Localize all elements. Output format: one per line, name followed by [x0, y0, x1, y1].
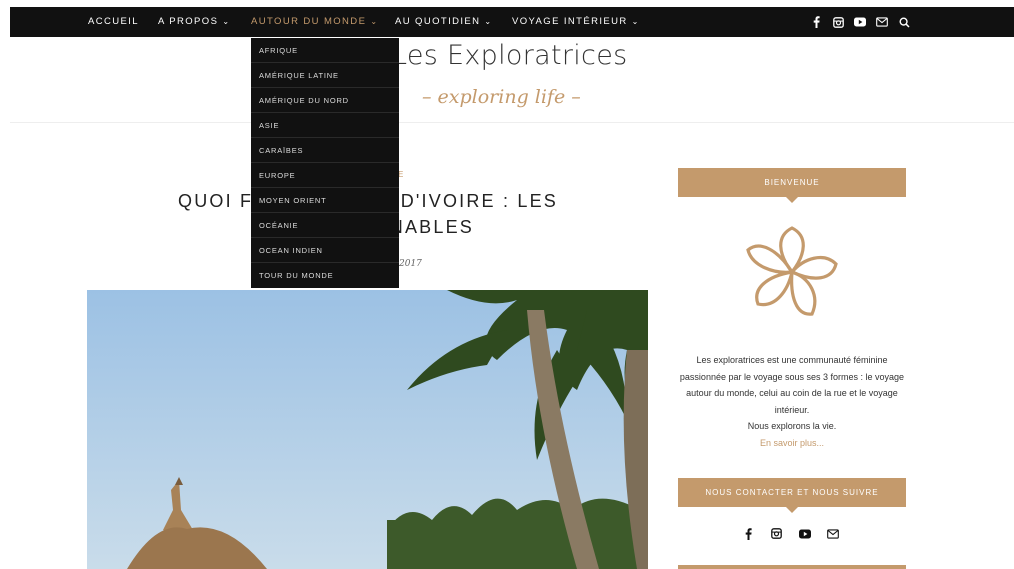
- read-more-link[interactable]: En savoir plus...: [678, 435, 906, 452]
- widget-title-arrow: [786, 507, 798, 513]
- mail-icon[interactable]: [876, 16, 888, 28]
- dropdown-item-amerique-du-nord[interactable]: AMÉRIQUE DU NORD: [251, 88, 399, 113]
- dropdown-item-amerique-latine[interactable]: AMÉRIQUE LATINE: [251, 63, 399, 88]
- dropdown-item-asie[interactable]: ASIE: [251, 113, 399, 138]
- dropdown-item-moyen-orient[interactable]: MOYEN ORIENT: [251, 188, 399, 213]
- post-title-part: D'IVOIRE : LES: [400, 191, 558, 211]
- chevron-down-icon: ⌄: [370, 17, 379, 26]
- site-title[interactable]: Les Exploratrices: [392, 40, 627, 71]
- instagram-icon[interactable]: [770, 527, 783, 540]
- post-title-part: QUOI F: [178, 191, 254, 211]
- nav-item-a-propos[interactable]: A PROPOS ⌄: [158, 7, 230, 37]
- flower-logo-icon: [738, 224, 846, 324]
- facebook-icon[interactable]: [810, 16, 822, 28]
- dropdown-item-afrique[interactable]: AFRIQUE: [251, 38, 399, 63]
- follow-links: [742, 527, 854, 540]
- widget-title-text: BIENVENUE: [764, 178, 820, 187]
- dropdown-item-oceanie[interactable]: OCÉANIE: [251, 213, 399, 238]
- post-date: 2017: [399, 259, 422, 269]
- widget-title-contact: NOUS CONTACTER ET NOUS SUIVRE: [678, 478, 906, 513]
- about-blurb: Les exploratrices est une communauté fém…: [678, 352, 906, 451]
- about-paragraph: Les exploratrices est une communauté fém…: [679, 355, 905, 415]
- nav-item-accueil[interactable]: ACCUEIL: [88, 7, 139, 37]
- widget-title-text: NOUS CONTACTER ET NOUS SUIVRE: [705, 488, 879, 497]
- instagram-icon[interactable]: [832, 16, 844, 28]
- youtube-icon[interactable]: [854, 16, 866, 28]
- nav-label: VOYAGE INTÉRIEUR: [512, 16, 628, 27]
- chevron-down-icon: ⌄: [222, 17, 231, 26]
- nav-item-voyage-interieur[interactable]: VOYAGE INTÉRIEUR ⌄: [512, 7, 640, 37]
- top-navigation-bar: ACCUEIL A PROPOS ⌄ AUTOUR DU MONDE ⌄ AU QU…: [10, 7, 1014, 37]
- post-title-part: NABLES: [389, 217, 474, 237]
- nav-label: ACCUEIL: [88, 16, 139, 27]
- mail-icon[interactable]: [826, 527, 839, 540]
- nav-label: AU QUOTIDIEN: [395, 16, 481, 27]
- dropdown-item-caraibes[interactable]: CARAÏBES: [251, 138, 399, 163]
- site-tagline: – exploring life –: [422, 86, 581, 108]
- chevron-down-icon: ⌄: [631, 17, 640, 26]
- post-hero-image[interactable]: [87, 290, 648, 569]
- header-divider: [10, 122, 1014, 123]
- social-links: [810, 7, 920, 37]
- widget-title-arrow: [786, 197, 798, 203]
- nav-label: A PROPOS: [158, 16, 219, 27]
- dropdown-item-ocean-indien[interactable]: OCEAN INDIEN: [251, 238, 399, 263]
- nav-item-au-quotidien[interactable]: AU QUOTIDIEN ⌄: [395, 7, 493, 37]
- widget-title-bienvenue: BIENVENUE: [678, 168, 906, 203]
- chevron-down-icon: ⌄: [484, 17, 493, 26]
- dropdown-item-tour-du-monde[interactable]: TOUR DU MONDE: [251, 263, 399, 288]
- youtube-icon[interactable]: [798, 527, 811, 540]
- next-widget-edge: [678, 565, 906, 569]
- dropdown-item-europe[interactable]: EUROPE: [251, 163, 399, 188]
- facebook-icon[interactable]: [742, 527, 755, 540]
- nav-item-autour-du-monde[interactable]: AUTOUR DU MONDE ⌄: [251, 7, 378, 37]
- autour-du-monde-dropdown: AFRIQUE AMÉRIQUE LATINE AMÉRIQUE DU NORD…: [251, 38, 399, 288]
- search-icon[interactable]: [898, 16, 910, 28]
- about-tagline: Nous explorons la vie.: [747, 421, 837, 431]
- nav-label: AUTOUR DU MONDE: [251, 16, 367, 27]
